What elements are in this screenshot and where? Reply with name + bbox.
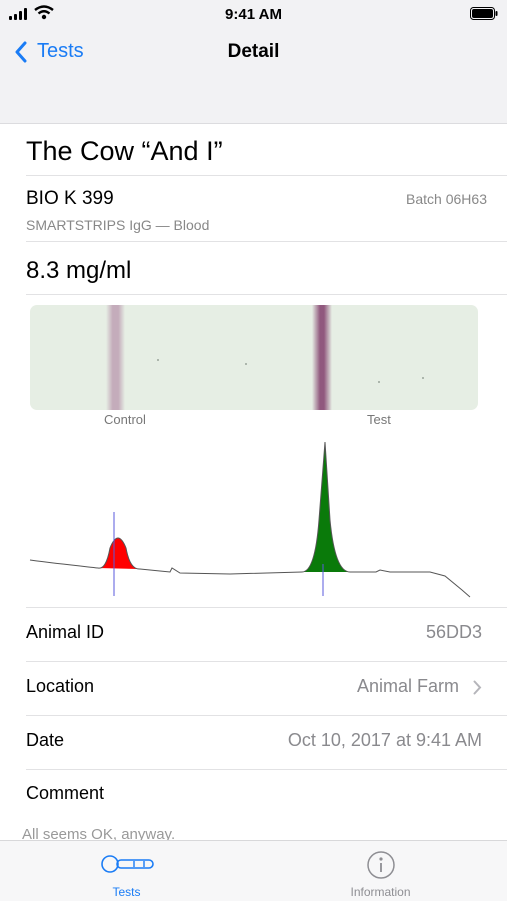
test-title: The Cow “And I” bbox=[26, 136, 223, 166]
row-animal-id: Animal ID 56DD3 bbox=[0, 608, 507, 661]
test-strip-icon bbox=[101, 855, 154, 873]
row-label: Location bbox=[26, 676, 95, 696]
product-name: BIO K 399 bbox=[26, 188, 114, 209]
row-label: Animal ID bbox=[26, 622, 105, 642]
strip-speck bbox=[245, 363, 247, 365]
status-time: 9:41 AM bbox=[225, 6, 282, 23]
status-bar: 9:41 AM bbox=[0, 0, 507, 28]
batch-number: Batch 06H63 bbox=[406, 191, 487, 207]
chevron-right-icon bbox=[473, 680, 482, 695]
row-date: Date Oct 10, 2017 at 9:41 AM bbox=[0, 716, 507, 769]
detail-content[interactable]: The Cow “And I” BIO K 399 Batch 06H63 SM… bbox=[0, 124, 507, 840]
row-label: Comment bbox=[26, 783, 105, 803]
tab-tests[interactable]: Tests bbox=[0, 841, 253, 901]
tab-bar: Tests Information bbox=[0, 840, 507, 901]
row-location[interactable]: Location Animal Farm bbox=[0, 662, 507, 715]
strip-speck bbox=[378, 381, 380, 383]
strip-speck bbox=[422, 377, 424, 379]
row-value: Animal Farm bbox=[356, 676, 459, 696]
row-label: Date bbox=[26, 730, 65, 750]
tab-information[interactable]: Information bbox=[254, 841, 507, 901]
row-value: 56DD3 bbox=[425, 622, 482, 642]
divider bbox=[26, 294, 507, 295]
battery-icon bbox=[470, 7, 498, 20]
divider bbox=[26, 241, 507, 242]
test-strip-photo bbox=[30, 305, 478, 410]
strip-speck bbox=[157, 359, 159, 361]
page-title: Detail bbox=[227, 41, 280, 62]
test-band bbox=[312, 305, 332, 410]
intensity-chart bbox=[29, 441, 471, 598]
comment-text[interactable]: All seems OK, anyway. bbox=[22, 826, 175, 840]
tab-label: Tests bbox=[112, 885, 141, 899]
row-comment: Comment bbox=[0, 769, 507, 822]
navigation-bar: Tests Detail bbox=[0, 28, 507, 124]
tab-label: Information bbox=[350, 885, 411, 899]
info-icon bbox=[367, 851, 395, 879]
test-result: 8.3 mg/ml bbox=[26, 257, 132, 284]
divider bbox=[26, 175, 507, 176]
row-value: Oct 10, 2017 at 9:41 AM bbox=[287, 730, 482, 750]
control-band bbox=[106, 305, 125, 410]
test-kind: SMARTSTRIPS IgG — Blood bbox=[26, 217, 210, 233]
baseline-trace bbox=[29, 441, 471, 598]
